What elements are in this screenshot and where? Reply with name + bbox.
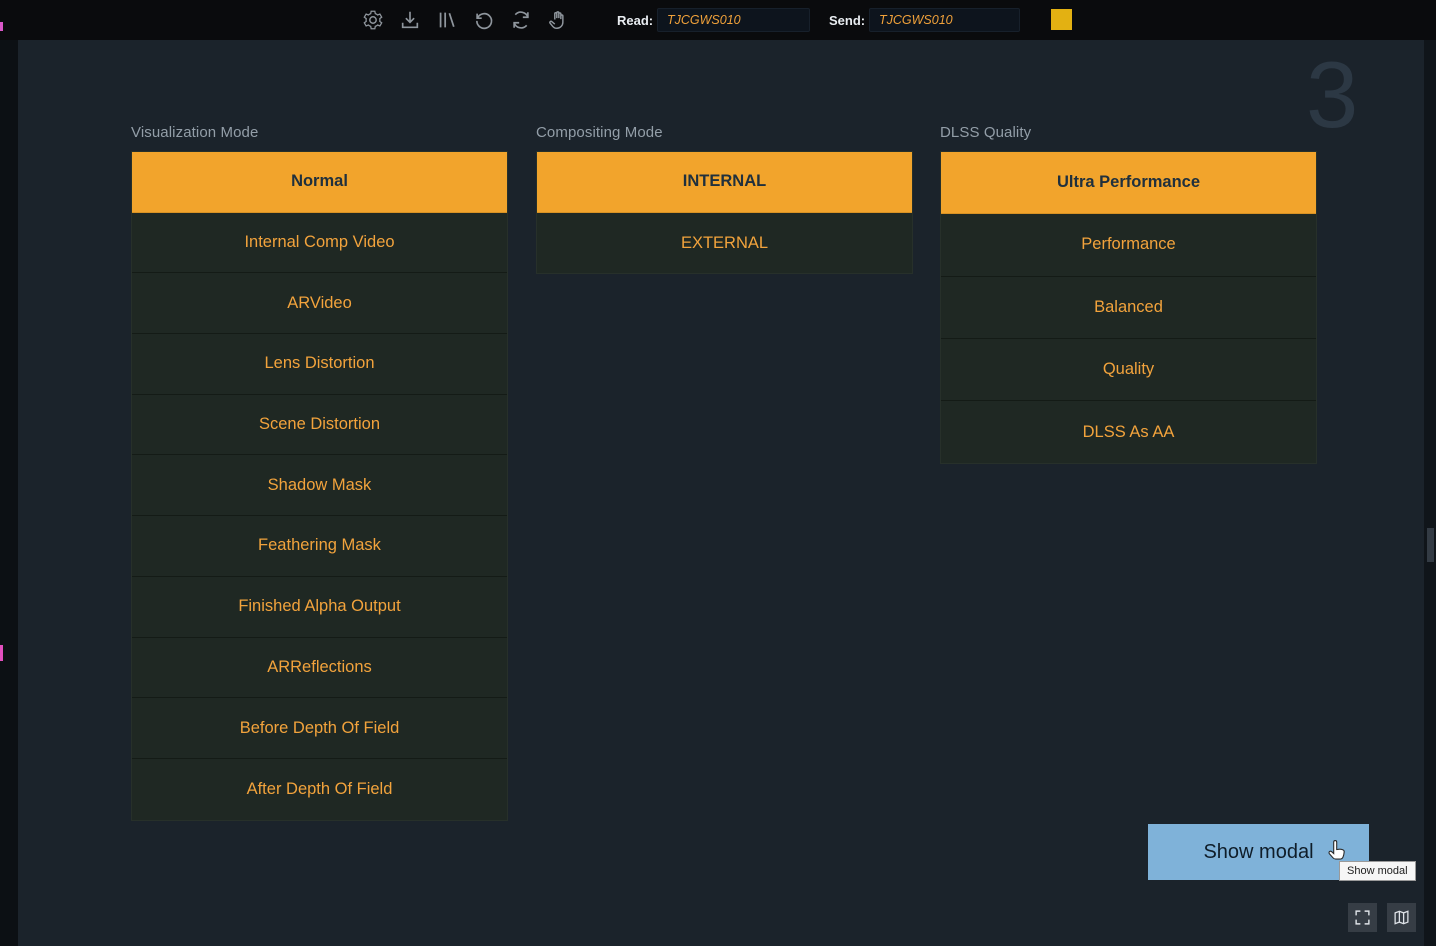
fullscreen-icon <box>1354 909 1371 926</box>
option-quality[interactable]: Quality <box>941 339 1316 401</box>
option-list: NormalInternal Comp VideoARVideoLens Dis… <box>131 151 508 821</box>
option-performance[interactable]: Performance <box>941 214 1316 276</box>
gear-icon[interactable] <box>362 9 384 31</box>
group-label: Compositing Mode <box>536 124 913 141</box>
option-feathering-mask[interactable]: Feathering Mask <box>132 516 507 577</box>
option-list: Ultra PerformancePerformanceBalancedQual… <box>940 151 1317 464</box>
left-edge-artifact <box>0 645 3 661</box>
show-modal-tooltip: Show modal <box>1339 861 1416 881</box>
option-shadow-mask[interactable]: Shadow Mask <box>132 455 507 516</box>
option-balanced[interactable]: Balanced <box>941 277 1316 339</box>
history-icon[interactable] <box>473 9 495 31</box>
option-internal[interactable]: INTERNAL <box>537 152 912 213</box>
library-icon[interactable] <box>436 9 458 31</box>
option-internal-comp-video[interactable]: Internal Comp Video <box>132 213 507 274</box>
option-lens-distortion[interactable]: Lens Distortion <box>132 334 507 395</box>
option-after-depth-of-field[interactable]: After Depth Of Field <box>132 759 507 820</box>
read-input[interactable] <box>657 8 810 32</box>
color-swatch[interactable] <box>1051 9 1072 30</box>
map-icon <box>1393 909 1410 926</box>
topbar-icon-strip <box>362 0 569 40</box>
right-edge-strip <box>1424 40 1436 946</box>
map-button[interactable] <box>1387 903 1416 932</box>
option-finished-alpha-output[interactable]: Finished Alpha Output <box>132 577 507 638</box>
read-label: Read: <box>617 13 653 28</box>
option-dlss-as-aa[interactable]: DLSS As AA <box>941 401 1316 463</box>
group-label: DLSS Quality <box>940 124 1317 141</box>
page: Read: Send: 3 Visualization Mode NormalI… <box>0 0 1436 946</box>
topbar: Read: Send: <box>0 0 1436 40</box>
fullscreen-button[interactable] <box>1348 903 1377 932</box>
group-visualization-mode: Visualization Mode NormalInternal Comp V… <box>131 124 508 821</box>
group-compositing-mode: Compositing Mode INTERNALEXTERNAL <box>536 124 913 274</box>
option-ultra-performance[interactable]: Ultra Performance <box>941 152 1316 214</box>
option-list: INTERNALEXTERNAL <box>536 151 913 274</box>
download-icon[interactable] <box>399 9 421 31</box>
scrollbar-thumb[interactable] <box>1427 528 1434 562</box>
option-before-depth-of-field[interactable]: Before Depth Of Field <box>132 698 507 759</box>
sync-icon[interactable] <box>510 9 532 31</box>
group-label: Visualization Mode <box>131 124 508 141</box>
option-scene-distortion[interactable]: Scene Distortion <box>132 395 507 456</box>
show-modal-button[interactable]: Show modal <box>1148 824 1369 880</box>
option-arvideo[interactable]: ARVideo <box>132 273 507 334</box>
left-edge-artifact <box>0 22 3 31</box>
send-label: Send: <box>829 13 865 28</box>
option-arreflections[interactable]: ARReflections <box>132 638 507 699</box>
option-normal[interactable]: Normal <box>132 152 507 213</box>
send-input[interactable] <box>869 8 1020 32</box>
option-external[interactable]: EXTERNAL <box>537 213 912 274</box>
pan-hand-icon[interactable] <box>547 9 569 31</box>
group-dlss-quality: DLSS Quality Ultra PerformancePerformanc… <box>940 124 1317 464</box>
